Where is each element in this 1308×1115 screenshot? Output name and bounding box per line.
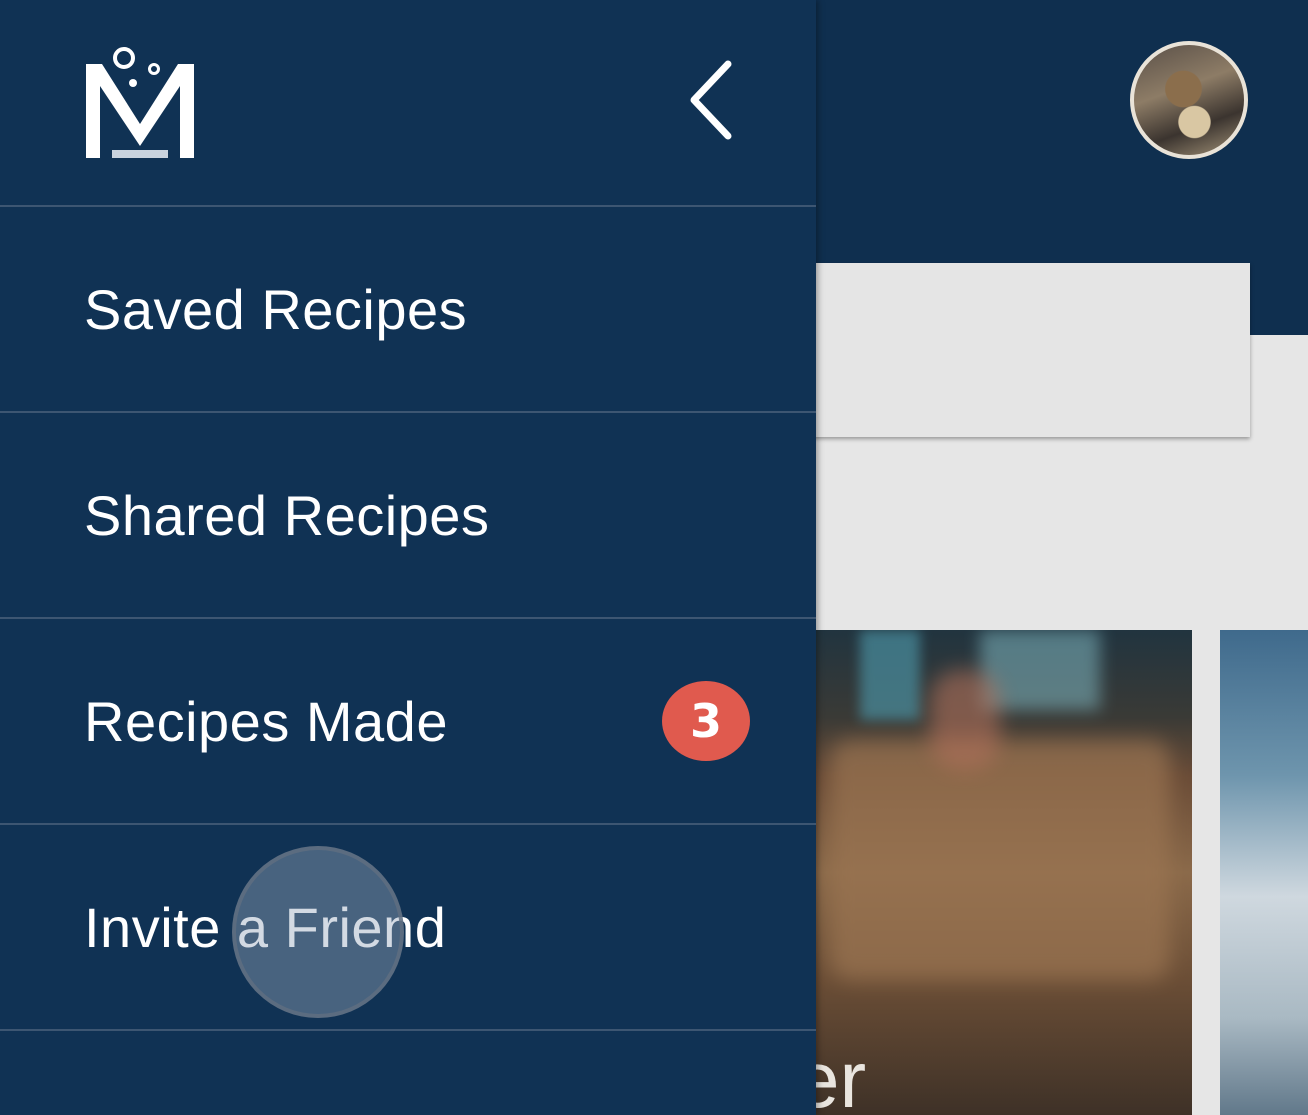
drawer-header — [0, 0, 816, 207]
menu-item-label: Invite a Friend — [84, 895, 447, 959]
menu-item-recipes-made[interactable]: Recipes Made 3 — [0, 619, 816, 825]
menu-item-invite-a-friend[interactable]: Invite a Friend — [0, 825, 816, 1031]
photo-detail — [930, 670, 1000, 770]
collapse-drawer-button[interactable] — [670, 50, 750, 150]
chevron-left-icon — [690, 60, 732, 140]
photo-detail — [860, 630, 920, 720]
menu-item-shared-recipes[interactable]: Shared Recipes — [0, 413, 816, 619]
menu-item-label: Shared Recipes — [84, 483, 490, 547]
photo-detail — [830, 740, 1170, 980]
count-badge: 3 — [662, 681, 750, 761]
brand-m-logo-icon[interactable] — [84, 42, 196, 162]
recipe-card-image[interactable] — [1220, 630, 1308, 1115]
app-screen: er Saved Recipes Shared Recipes Recipes … — [0, 0, 1308, 1115]
user-avatar[interactable] — [1130, 41, 1248, 159]
menu-item-label: Saved Recipes — [84, 277, 468, 341]
drawer-menu: Saved Recipes Shared Recipes Recipes Mad… — [0, 207, 816, 1031]
menu-item-label: Recipes Made — [84, 689, 448, 753]
menu-item-saved-recipes[interactable]: Saved Recipes — [0, 207, 816, 413]
navigation-drawer: Saved Recipes Shared Recipes Recipes Mad… — [0, 0, 816, 1115]
